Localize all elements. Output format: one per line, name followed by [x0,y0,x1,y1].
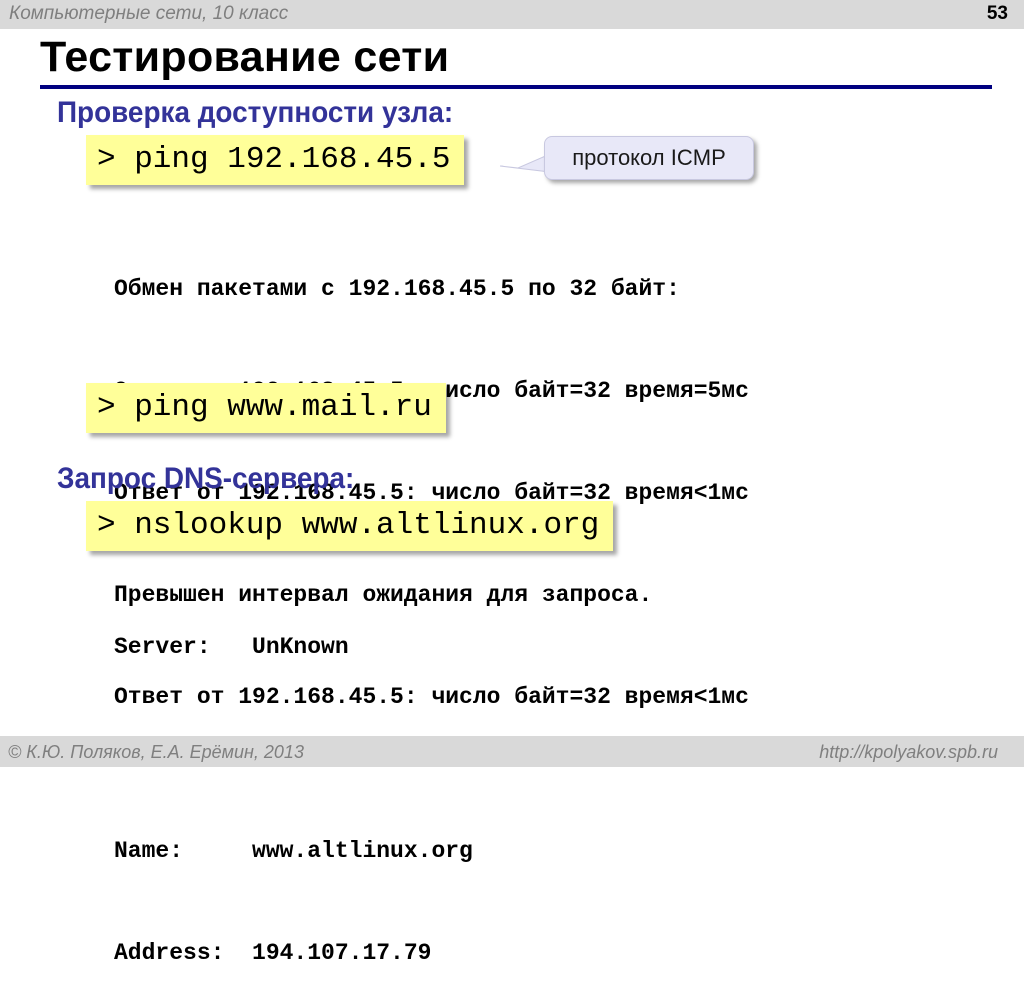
command-ping-ip: > ping 192.168.45.5 [86,135,465,185]
page-number: 53 [986,3,1008,24]
output-line: Address: 194.107.17.79 [114,940,432,966]
output-line: Обмен пакетами с 192.168.45.5 по 32 байт… [114,276,680,302]
heading-ping: Проверка доступности узла: [57,96,454,129]
header-bar: Компьютерные сети, 10 класс 53 [0,0,1024,29]
nslookup-output: Server: UnKnown Address: 172.16.172.19 N… [114,562,473,1004]
course-name: Компьютерные сети, 10 класс [9,3,289,24]
copyright: © К.Ю. Поляков, Е.А. Ерёмин, 2013 [8,742,304,762]
protocol-callout: протокол ICMP [544,136,754,180]
command-nslookup: > nslookup www.altlinux.org [86,501,614,551]
title-divider [40,85,992,89]
heading-dns: Запрос DNS-сервера: [57,462,355,495]
command-ping-host: > ping www.mail.ru [86,383,446,433]
site-link[interactable]: http://kpolyakov.spb.ru [819,742,998,763]
slide-title: Тестирование сети [40,33,450,81]
output-line: Server: UnKnown [114,634,349,660]
footer-bar: © К.Ю. Поляков, Е.А. Ерёмин, 2013 http:/… [0,736,1024,767]
output-line: Name: www.altlinux.org [114,838,473,864]
